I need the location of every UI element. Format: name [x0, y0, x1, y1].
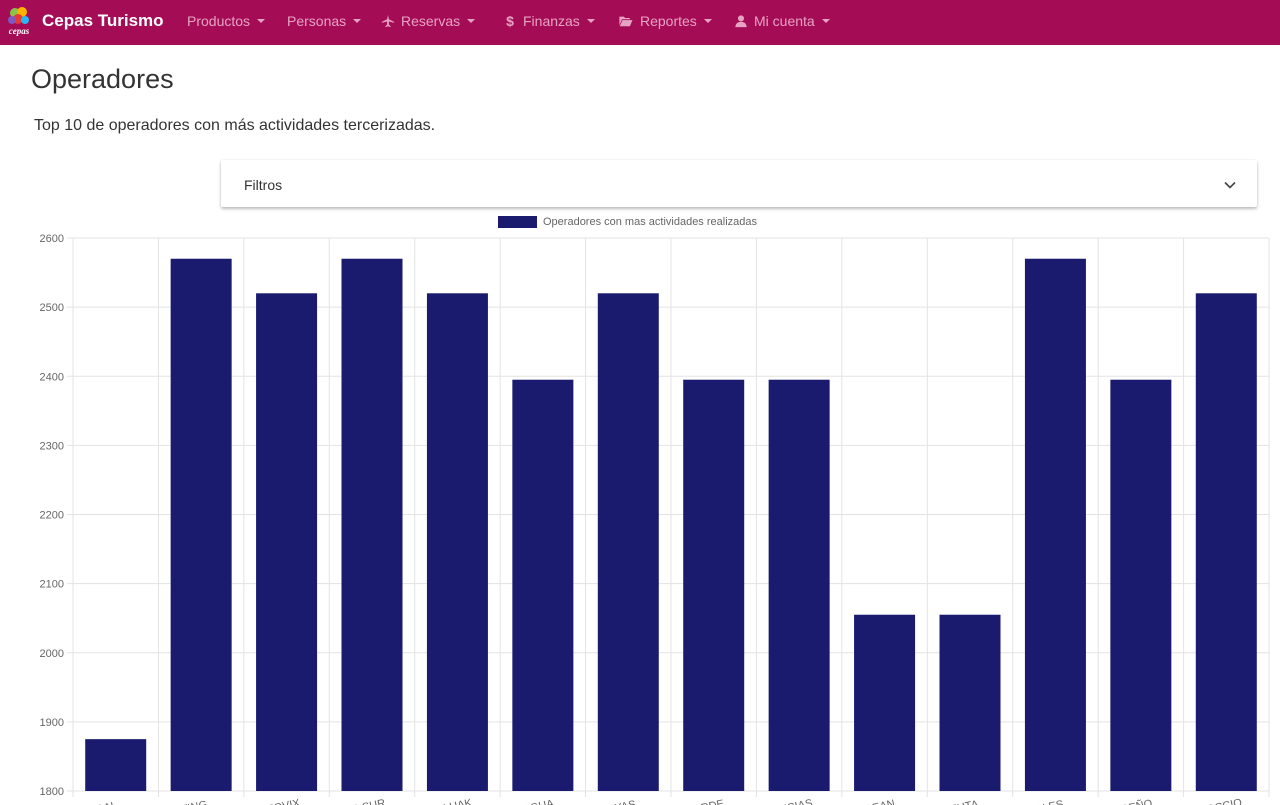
- x-tick-label: ...ALES: [1026, 798, 1065, 805]
- bar: [597, 293, 659, 791]
- bar: [512, 379, 574, 791]
- nav-finanzas-label: Finanzas: [523, 13, 580, 29]
- y-tick-label: 1900: [40, 717, 64, 729]
- nav-reportes[interactable]: Reportes: [617, 13, 712, 29]
- x-tick-label: ...ARDE: [684, 798, 725, 805]
- user-icon: [735, 15, 747, 28]
- brand-name[interactable]: Cepas Turismo: [42, 11, 164, 31]
- nav-productos-label: Productos: [187, 13, 251, 29]
- nav-mi-cuenta[interactable]: Mi cuenta: [734, 13, 830, 29]
- y-tick-label: 2300: [40, 440, 64, 452]
- y-tick-label: 2600: [40, 233, 64, 245]
- caret-down-icon: [703, 19, 712, 23]
- nav-reportes-label: Reportes: [640, 13, 697, 29]
- folder-open-icon: [619, 16, 633, 27]
- x-tick-label: ...NCIAS: [769, 797, 813, 805]
- page-subtitle: Top 10 de operadores con más actividades…: [34, 117, 436, 134]
- top-navbar: cepas Cepas Turismo Productos Personas R…: [0, 0, 1280, 45]
- x-tick-label: ...TING: [171, 799, 208, 805]
- caret-down-icon: [467, 19, 476, 23]
- y-tick-label: 2500: [40, 302, 64, 314]
- caret-down-icon: [821, 19, 830, 23]
- bar: [1195, 293, 1257, 791]
- chevron-down-icon[interactable]: [1223, 178, 1237, 192]
- airplane-icon: [381, 14, 395, 28]
- y-tick-label: 2000: [40, 648, 64, 660]
- y-tick-label: 2400: [40, 371, 64, 383]
- nav-personas[interactable]: Personas: [287, 13, 362, 29]
- dollar-icon: $: [506, 13, 514, 29]
- nav-productos[interactable]: Productos: [187, 13, 266, 29]
- nav-mi-cuenta-label: Mi cuenta: [754, 13, 815, 29]
- bar: [426, 293, 488, 791]
- legend-swatch: [498, 216, 537, 228]
- bar: [341, 258, 403, 791]
- x-tick-label: ...DEAN: [855, 798, 896, 805]
- bar-chart: Operadores con mas actividades realizada…: [40, 216, 1270, 805]
- x-tick-label: ...EUTA: [940, 798, 980, 805]
- y-tick-label: 1800: [40, 786, 64, 798]
- bar: [85, 739, 147, 791]
- filters-panel[interactable]: Filtros: [221, 160, 1257, 207]
- bar: [1110, 379, 1172, 791]
- x-tick-label: ...LLUAK: [428, 797, 474, 805]
- nav-finanzas[interactable]: $ Finanzas: [503, 13, 595, 29]
- x-tick-label: ...REÑO: [1111, 797, 1154, 805]
- nav-personas-label: Personas: [287, 13, 347, 29]
- caret-down-icon: [353, 19, 362, 23]
- bar: [683, 379, 745, 791]
- bar: [1024, 258, 1086, 791]
- x-tick-label: ...AGUA: [513, 798, 556, 805]
- caret-down-icon: [586, 19, 595, 23]
- bar: [854, 614, 916, 791]
- filters-label: Filtros: [244, 177, 283, 193]
- x-tick-label: ...EOVIX: [257, 797, 302, 805]
- x-tick-label: ...S SUR: [342, 797, 386, 805]
- page-title: Operadores: [31, 64, 174, 94]
- bar: [768, 379, 830, 791]
- caret-down-icon: [257, 19, 266, 23]
- legend-label: Operadores con mas actividades realizada…: [543, 216, 758, 228]
- cepas-logo-icon[interactable]: cepas: [4, 4, 34, 40]
- bar: [256, 293, 318, 791]
- y-tick-label: 2100: [40, 579, 64, 591]
- nav-reservas[interactable]: Reservas: [381, 13, 476, 29]
- bar: [170, 258, 232, 791]
- y-tick-label: 2200: [40, 510, 64, 522]
- bar: [939, 614, 1001, 791]
- logo-text: cepas: [9, 26, 30, 36]
- x-tick-label: ...AYAS: [598, 799, 637, 805]
- x-tick-label: ...OCCIO: [1196, 797, 1243, 805]
- nav-reservas-label: Reservas: [401, 13, 461, 29]
- x-tick-label: ...RAL: [86, 800, 118, 805]
